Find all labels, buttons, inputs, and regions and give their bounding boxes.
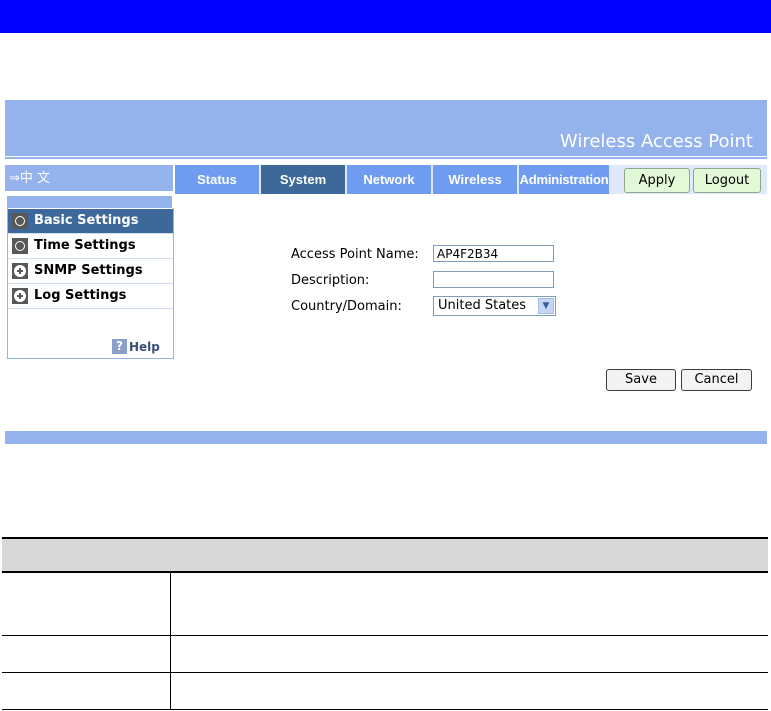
tab-system[interactable]: System: [261, 165, 345, 194]
country-label: Country/Domain:: [291, 299, 402, 314]
sidebar-item-time-settings[interactable]: Time Settings: [8, 234, 173, 259]
circle-icon: [12, 213, 28, 229]
apply-button[interactable]: Apply: [624, 168, 690, 193]
chevron-down-icon: ▼: [538, 298, 554, 314]
description-label: Description:: [291, 273, 370, 288]
tab-administration[interactable]: Administration: [519, 165, 609, 194]
description-table: [2, 537, 768, 711]
app-title: Wireless Access Point: [559, 131, 753, 152]
table-row: [2, 636, 768, 673]
sidebar: Basic Settings Time Settings SNMP Settin…: [7, 208, 174, 359]
country-select-value: United States: [438, 298, 527, 313]
header-bar: Wireless Access Point: [5, 100, 767, 156]
top-banner: [0, 0, 771, 33]
description-input[interactable]: [433, 271, 554, 288]
table-row: [2, 573, 768, 636]
sidebar-item-label: Time Settings: [34, 238, 136, 253]
language-link[interactable]: ⇒中 文: [9, 167, 50, 186]
sidebar-item-label: Log Settings: [34, 288, 127, 303]
sidebar-item-label: Basic Settings: [34, 213, 139, 228]
sidebar-item-snmp-settings[interactable]: SNMP Settings: [8, 259, 173, 284]
plus-icon: [12, 288, 28, 304]
table-column-divider: [170, 573, 171, 710]
country-select[interactable]: United States ▼: [433, 296, 556, 316]
cancel-button[interactable]: Cancel: [681, 369, 752, 391]
sidebar-item-label: SNMP Settings: [34, 263, 143, 278]
sidebar-item-log-settings[interactable]: Log Settings: [8, 284, 173, 309]
ap-name-input[interactable]: [433, 245, 554, 262]
plus-icon: [12, 263, 28, 279]
table-header: [2, 537, 768, 573]
tab-status[interactable]: Status: [175, 165, 259, 194]
help-icon: ?: [112, 339, 127, 354]
circle-icon: [12, 238, 28, 254]
footer-bar: [5, 431, 767, 444]
header-divider: [5, 157, 767, 159]
sidebar-item-basic-settings[interactable]: Basic Settings: [8, 209, 173, 234]
table-row: [2, 673, 768, 710]
sidebar-header: [7, 196, 172, 208]
tab-network[interactable]: Network: [347, 165, 431, 194]
main-nav: Status System Network Wireless Administr…: [175, 165, 767, 194]
help-link[interactable]: ? Help: [112, 336, 160, 354]
logout-button[interactable]: Logout: [693, 168, 761, 193]
ap-name-label: Access Point Name:: [291, 247, 419, 262]
router-admin-panel: Wireless Access Point ⇒中 文 Status System…: [5, 100, 767, 444]
save-button[interactable]: Save: [606, 369, 676, 391]
language-bar: ⇒中 文: [5, 165, 173, 191]
help-label: Help: [129, 339, 160, 354]
tab-wireless[interactable]: Wireless: [433, 165, 517, 194]
